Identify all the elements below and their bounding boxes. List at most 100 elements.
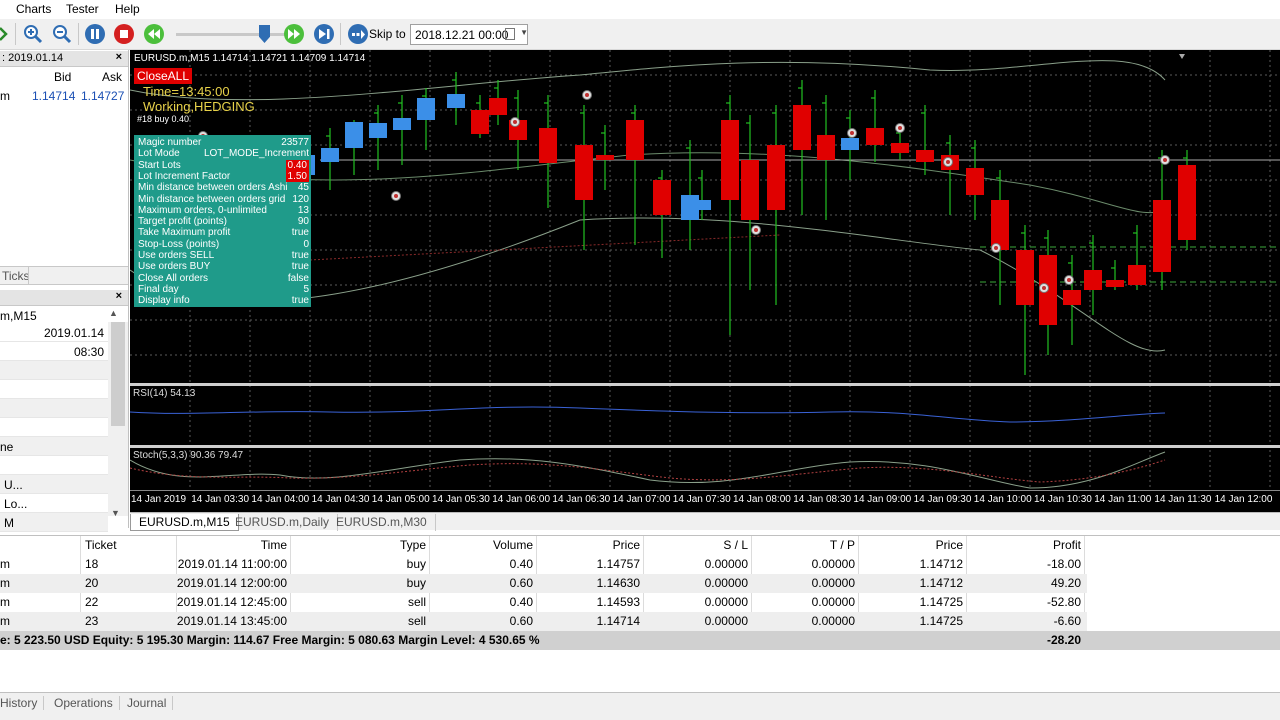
tab-history[interactable]: History [0, 696, 45, 710]
table-row[interactable]: m 23 2019.01.14 13:45:00 sell 0.60 1.14714 0.0… [0, 612, 1087, 631]
info-panel-row: Display info true [138, 295, 311, 306]
zoom-in-icon[interactable] [23, 24, 43, 44]
trade-sl: 0.00000 [704, 614, 748, 628]
trade-profit: -52.80 [1046, 595, 1081, 609]
data-window-row [0, 456, 108, 475]
ticket-header[interactable]: Ticket [85, 538, 117, 552]
market-watch-header: : 2019.01.14 × [0, 51, 128, 67]
toolbar-separator [15, 23, 16, 45]
skip-end-icon[interactable] [314, 24, 334, 44]
time-axis-label: 14 Jan 11:00 [1094, 494, 1152, 505]
menu-help[interactable]: Help [115, 2, 140, 16]
info-panel-label: Maximum orders, 0-unlimited [138, 204, 267, 216]
zoom-out-icon[interactable] [52, 24, 72, 44]
volume-header[interactable]: Volume [493, 538, 533, 552]
scrollbar-thumb[interactable] [111, 322, 125, 426]
info-panel-value: 5 [303, 283, 309, 295]
data-window-row [0, 418, 108, 437]
tab-separator [28, 267, 29, 285]
info-panel-label: Display info [138, 295, 190, 307]
scroll-down-icon[interactable]: ▼ [111, 508, 120, 518]
bid-column-header[interactable]: Bid [54, 70, 71, 84]
rewind-icon[interactable] [144, 24, 164, 44]
speed-slider-track[interactable] [176, 33, 288, 36]
skip-to-date-value: 2018.12.21 00:00 [415, 28, 509, 42]
skip-to-icon[interactable] [348, 24, 368, 44]
refresh-icon[interactable] [0, 24, 14, 44]
stoch-signal-line [130, 459, 1166, 483]
chevron-down-icon[interactable]: ▼ [520, 28, 528, 37]
close-icon[interactable]: × [116, 290, 122, 302]
stop-icon[interactable] [114, 24, 134, 44]
trade-time: 2019.01.14 12:00:00 [176, 576, 287, 590]
forward-icon[interactable] [284, 24, 304, 44]
close-all-button[interactable]: CloseALL [134, 68, 193, 84]
info-panel-row: Lot Mode LOT_MODE_Increment [138, 148, 311, 159]
type-header[interactable]: Type [400, 538, 426, 552]
tab-journal[interactable]: Journal [121, 696, 174, 710]
tab-chart-daily[interactable]: EURUSD.m,Daily [227, 514, 339, 531]
toolbar-separator [340, 23, 341, 45]
tab-operations[interactable]: Operations [48, 696, 120, 710]
table-row[interactable]: m 20 2019.01.14 12:00:00 buy 0.60 1.14630 0.00… [0, 574, 1087, 593]
menu-tester[interactable]: Tester [66, 2, 99, 16]
tab-ticks[interactable]: Ticks [2, 269, 30, 283]
trade-ticket: 18 [85, 557, 99, 571]
info-panel-value: 90 [297, 216, 309, 228]
info-panel-label: Min distance between orders Ashi [138, 182, 288, 194]
menu-charts[interactable]: Charts [16, 2, 51, 16]
pause-icon[interactable] [85, 24, 105, 44]
candle-body [345, 122, 363, 148]
scroll-up-icon[interactable]: ▲ [109, 308, 118, 318]
ea-time-label: Time=13:45:00 [143, 84, 230, 99]
candle-body [991, 200, 1009, 250]
info-panel-label: Min distance between orders grid [138, 193, 286, 205]
close-icon[interactable]: × [116, 51, 122, 63]
info-panel-value: false [287, 272, 309, 284]
data-window-row: 2019.01.14 [0, 323, 108, 342]
data-window-scrollbar[interactable]: ▼ [108, 322, 128, 518]
trade-price: 1.14630 [596, 576, 640, 590]
info-panel-label: Use orders SELL [138, 250, 215, 261]
trade-price2: 1.14712 [919, 576, 963, 590]
data-window-row: M [0, 513, 108, 532]
info-panel-label: Use orders BUY [138, 261, 211, 273]
ea-status-label: Working,HEDGING [143, 99, 255, 114]
skip-to-date-input[interactable]: 2018.12.21 00:00 ▼ [410, 24, 528, 45]
price2-header[interactable]: Price [936, 538, 963, 552]
time-axis-label: 14 Jan 10:30 [1034, 494, 1092, 505]
chart-tabs: EURUSD.m,M15 EURUSD.m,Daily EURUSD.m,M30 [130, 512, 1280, 531]
trades-table: Ticket Time Type Volume Price S / L T / … [0, 535, 1280, 692]
trade-price: 1.14593 [596, 595, 640, 609]
tab-chart-m15[interactable]: EURUSD.m,M15 [130, 514, 239, 531]
table-row[interactable]: m 22 2019.01.14 12:45:00 sell 0.40 1.14593 0.0… [0, 593, 1087, 612]
ask-column-header[interactable]: Ask [102, 70, 122, 84]
sl-header[interactable]: S / L [723, 538, 748, 552]
ask-value: 1.14727 [81, 89, 125, 103]
trade-tp: 0.00000 [811, 576, 855, 590]
order-marker-dot [754, 228, 758, 232]
time-header[interactable]: Time [261, 538, 287, 552]
order-marker-dot [513, 120, 517, 124]
speed-slider-thumb[interactable] [259, 25, 270, 43]
tab-chart-m30[interactable]: EURUSD.m,M30 [328, 514, 436, 531]
info-panel-row: Final day 5 [138, 284, 311, 295]
profit-header[interactable]: Profit [1053, 538, 1081, 552]
price-header[interactable]: Price [613, 538, 640, 552]
info-panel-value: 120 [292, 193, 309, 205]
market-watch-row[interactable]: m 1.14714 1.14727 [0, 87, 128, 105]
calendar-icon[interactable] [505, 28, 515, 40]
candle-body [1016, 250, 1034, 305]
data-window-label: U... [4, 478, 23, 492]
trade-time: 2019.01.14 13:45:00 [176, 614, 287, 628]
trade-volume: 0.40 [509, 557, 533, 571]
trade-sl: 0.00000 [704, 595, 748, 609]
tp-header[interactable]: T / P [830, 538, 855, 552]
candle-body [793, 105, 811, 150]
data-window-label: ne [0, 440, 14, 454]
trade-price: 1.14714 [596, 614, 640, 628]
candle-body [447, 94, 465, 108]
table-row[interactable]: m 18 2019.01.14 11:00:00 buy 0.40 1.14757 0.00… [0, 555, 1087, 574]
candle-body [767, 145, 785, 210]
order-marker-dot [1163, 158, 1167, 162]
